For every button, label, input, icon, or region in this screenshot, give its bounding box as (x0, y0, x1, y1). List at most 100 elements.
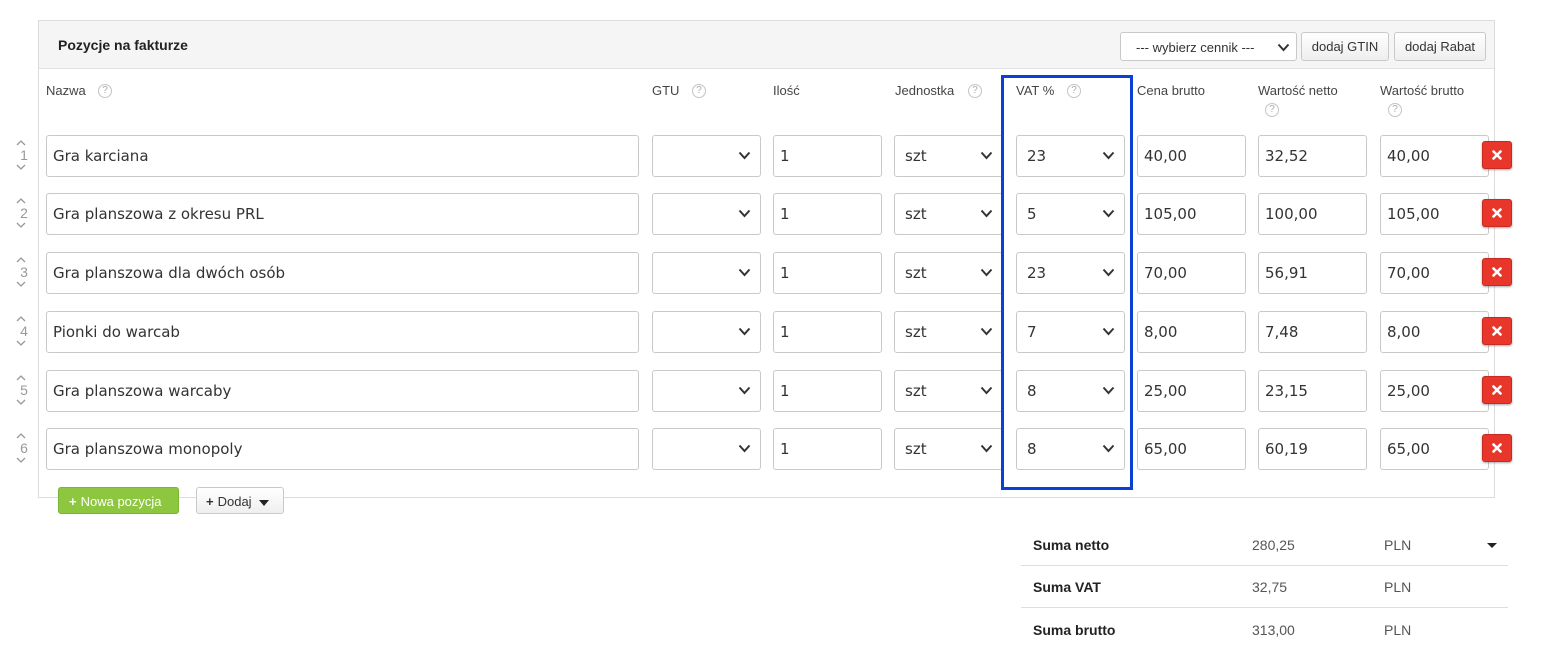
chevron-down-icon (1102, 151, 1115, 160)
vat-select[interactable]: 7 (1016, 311, 1125, 353)
chevron-down-icon[interactable] (16, 339, 26, 347)
unit-select[interactable]: szt (894, 193, 1003, 235)
vat-select[interactable]: 8 (1016, 370, 1125, 412)
net-value-input[interactable]: 100,00 (1258, 193, 1367, 235)
delete-row-button[interactable] (1482, 258, 1512, 286)
item-name-input[interactable]: Gra planszowa monopoly (46, 428, 639, 470)
gross-value-input[interactable]: 25,00 (1380, 370, 1489, 412)
delete-row-button[interactable] (1482, 199, 1512, 227)
item-name-input[interactable]: Pionki do warcab (46, 311, 639, 353)
net-value-input[interactable]: 23,15 (1258, 370, 1367, 412)
chevron-down-icon (738, 444, 751, 453)
item-name-input[interactable]: Gra karciana (46, 135, 639, 177)
row-reorder[interactable]: 3 (16, 256, 32, 288)
row-reorder[interactable]: 4 (16, 315, 32, 347)
add-gtin-button[interactable]: dodaj GTIN (1301, 32, 1389, 61)
gross-value-input[interactable]: 65,00 (1380, 428, 1489, 470)
chevron-up-icon[interactable] (16, 374, 26, 382)
gross-price-input[interactable]: 65,00 (1137, 428, 1246, 470)
add-dropdown-button[interactable]: + Dodaj (196, 487, 284, 514)
gross-price-input[interactable]: 40,00 (1137, 135, 1246, 177)
gtu-select[interactable] (652, 311, 761, 353)
summary-row: Suma brutto 313,00 PLN (1021, 608, 1508, 650)
close-icon (1492, 443, 1502, 454)
chevron-down-icon[interactable] (16, 221, 26, 229)
unit-select[interactable]: szt (894, 311, 1003, 353)
close-icon (1492, 150, 1502, 161)
gross-price-input[interactable]: 8,00 (1137, 311, 1246, 353)
vat-select[interactable]: 23 (1016, 135, 1125, 177)
net-value-input[interactable]: 7,48 (1258, 311, 1367, 353)
delete-row-button[interactable] (1482, 376, 1512, 404)
vat-select-value: 23 (1027, 264, 1047, 282)
net-value-input[interactable]: 32,52 (1258, 135, 1367, 177)
chevron-up-icon[interactable] (16, 256, 26, 264)
delete-row-button[interactable] (1482, 434, 1512, 462)
vat-select[interactable]: 23 (1016, 252, 1125, 294)
gross-price-input[interactable]: 70,00 (1137, 252, 1246, 294)
unit-select[interactable]: szt (894, 428, 1003, 470)
net-value-input[interactable]: 56,91 (1258, 252, 1367, 294)
vat-select[interactable]: 5 (1016, 193, 1125, 235)
plus-icon: + (206, 494, 214, 509)
item-name-input[interactable]: Gra planszowa warcaby (46, 370, 639, 412)
unit-select-value: szt (905, 147, 927, 165)
row-reorder[interactable]: 5 (16, 374, 32, 406)
chevron-down-icon[interactable] (16, 398, 26, 406)
unit-select[interactable]: szt (894, 370, 1003, 412)
pricelist-select[interactable]: --- wybierz cennik --- (1120, 32, 1297, 61)
gtu-select[interactable] (652, 135, 761, 177)
chevron-down-icon[interactable] (16, 456, 26, 464)
net-value-input[interactable]: 60,19 (1258, 428, 1367, 470)
quantity-input[interactable]: 1 (773, 311, 882, 353)
chevron-up-icon[interactable] (16, 432, 26, 440)
chevron-down-icon[interactable] (16, 163, 26, 171)
new-item-button[interactable]: + Nowa pozycja (58, 487, 179, 514)
gtu-select[interactable] (652, 252, 761, 294)
gtu-select[interactable] (652, 428, 761, 470)
gross-value-input[interactable]: 105,00 (1380, 193, 1489, 235)
quantity-input[interactable]: 1 (773, 135, 882, 177)
item-name-input[interactable]: Gra planszowa z okresu PRL (46, 193, 639, 235)
gross-value-input[interactable]: 40,00 (1380, 135, 1489, 177)
row-number: 3 (20, 264, 28, 280)
item-name-input[interactable]: Gra planszowa dla dwóch osób (46, 252, 639, 294)
quantity-input[interactable]: 1 (773, 193, 882, 235)
quantity-input[interactable]: 1 (773, 370, 882, 412)
add-rabat-button[interactable]: dodaj Rabat (1394, 32, 1486, 61)
unit-select[interactable]: szt (894, 135, 1003, 177)
row-number: 5 (20, 382, 28, 398)
gross-value-input[interactable]: 8,00 (1380, 311, 1489, 353)
new-item-label: Nowa pozycja (80, 494, 162, 509)
help-icon[interactable]: ? (968, 84, 982, 98)
caret-down-icon[interactable] (1487, 543, 1497, 548)
gtu-select[interactable] (652, 370, 761, 412)
help-icon[interactable]: ? (1265, 103, 1279, 117)
help-icon[interactable]: ? (98, 84, 112, 98)
chevron-down-icon[interactable] (16, 280, 26, 288)
chevron-down-icon (980, 268, 993, 277)
chevron-up-icon[interactable] (16, 139, 26, 147)
unit-select-value: szt (905, 264, 927, 282)
chevron-down-icon (1102, 386, 1115, 395)
row-reorder[interactable]: 6 (16, 432, 32, 464)
quantity-input[interactable]: 1 (773, 428, 882, 470)
delete-row-button[interactable] (1482, 141, 1512, 169)
row-reorder[interactable]: 1 (16, 139, 32, 171)
chevron-up-icon[interactable] (16, 197, 26, 205)
summary-row: Suma netto 280,25 PLN (1021, 523, 1508, 566)
chevron-up-icon[interactable] (16, 315, 26, 323)
gross-price-input[interactable]: 25,00 (1137, 370, 1246, 412)
quantity-input[interactable]: 1 (773, 252, 882, 294)
help-icon[interactable]: ? (692, 84, 706, 98)
vat-select[interactable]: 8 (1016, 428, 1125, 470)
gross-price-input[interactable]: 105,00 (1137, 193, 1246, 235)
help-icon[interactable]: ? (1067, 84, 1081, 98)
delete-row-button[interactable] (1482, 317, 1512, 345)
help-icon[interactable]: ? (1388, 103, 1402, 117)
row-reorder[interactable]: 2 (16, 197, 32, 229)
gtu-select[interactable] (652, 193, 761, 235)
unit-select[interactable]: szt (894, 252, 1003, 294)
add-label: Dodaj (217, 494, 252, 509)
gross-value-input[interactable]: 70,00 (1380, 252, 1489, 294)
